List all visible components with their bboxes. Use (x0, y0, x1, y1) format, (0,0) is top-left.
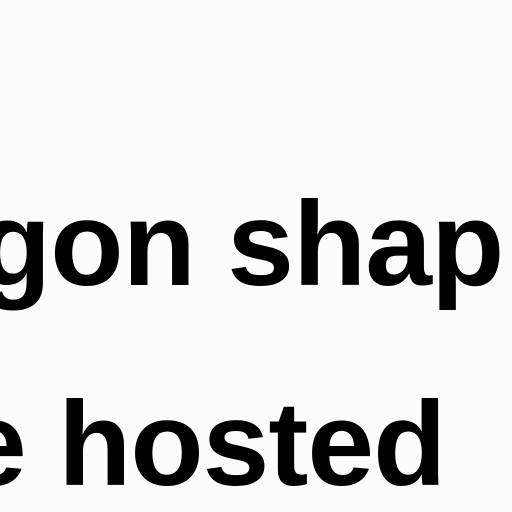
text-line-2: e hosted (0, 377, 446, 511)
text-line-1: gon shap (0, 177, 504, 311)
cropped-text-image: gon shap e hosted (0, 0, 512, 512)
